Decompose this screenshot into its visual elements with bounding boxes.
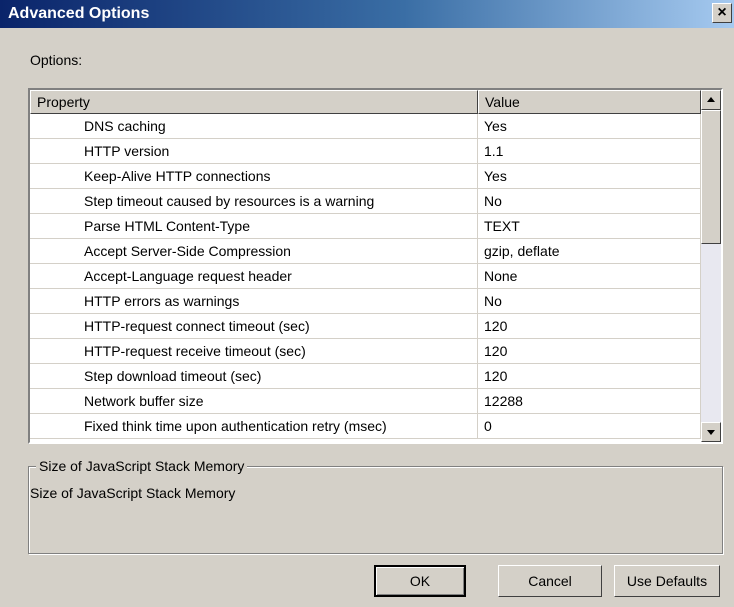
- property-cell[interactable]: HTTP-request connect timeout (sec): [30, 314, 478, 339]
- value-cell[interactable]: None: [478, 264, 701, 289]
- description-text: Size of JavaScript Stack Memory: [30, 485, 236, 501]
- value-cell[interactable]: Yes: [478, 164, 701, 189]
- dialog-title: Advanced Options: [8, 5, 150, 22]
- value-cell[interactable]: Yes: [478, 114, 701, 139]
- scroll-up-button[interactable]: [701, 90, 721, 110]
- property-cell[interactable]: Accept Server-Side Compression: [30, 239, 478, 264]
- scroll-down-arrow-icon: [707, 430, 715, 435]
- value-cell[interactable]: 1.1: [478, 139, 701, 164]
- options-grid: Property Value DNS caching Yes HTTP versio…: [28, 88, 723, 444]
- vertical-scrollbar[interactable]: [701, 90, 721, 442]
- table-row[interactable]: Keep-Alive HTTP connections Yes: [30, 164, 701, 189]
- scroll-down-button[interactable]: [701, 422, 721, 442]
- property-cell[interactable]: Keep-Alive HTTP connections: [30, 164, 478, 189]
- advanced-options-dialog: Advanced Options × Options: Property Val…: [0, 0, 734, 607]
- property-cell[interactable]: DNS caching: [30, 114, 478, 139]
- scrollbar-thumb[interactable]: [701, 110, 721, 244]
- table-row[interactable]: Accept-Language request header None: [30, 264, 701, 289]
- table-row[interactable]: Fixed think time upon authentication ret…: [30, 414, 701, 439]
- grid-content: Property Value DNS caching Yes HTTP versio…: [30, 90, 701, 442]
- table-row[interactable]: HTTP-request connect timeout (sec) 120: [30, 314, 701, 339]
- property-cell[interactable]: HTTP errors as warnings: [30, 289, 478, 314]
- table-row[interactable]: Accept Server-Side Compression gzip, defl…: [30, 239, 701, 264]
- column-header-property[interactable]: Property: [30, 90, 478, 114]
- table-row[interactable]: Parse HTML Content-Type TEXT: [30, 214, 701, 239]
- options-label: Options:: [30, 52, 83, 68]
- column-header-value[interactable]: Value: [478, 90, 701, 114]
- grid-header: Property Value: [30, 90, 701, 114]
- value-cell[interactable]: gzip, deflate: [478, 239, 701, 264]
- description-groupbox: [28, 466, 723, 554]
- table-row[interactable]: HTTP-request receive timeout (sec) 120: [30, 339, 701, 364]
- value-cell[interactable]: 120: [478, 314, 701, 339]
- close-button[interactable]: ×: [712, 3, 732, 23]
- property-cell[interactable]: HTTP version: [30, 139, 478, 164]
- value-cell[interactable]: No: [478, 189, 701, 214]
- table-row[interactable]: HTTP errors as warnings No: [30, 289, 701, 314]
- table-row[interactable]: HTTP version 1.1: [30, 139, 701, 164]
- description-group-title: Size of JavaScript Stack Memory: [36, 457, 248, 475]
- table-row[interactable]: Step download timeout (sec) 120: [30, 364, 701, 389]
- value-cell[interactable]: TEXT: [478, 214, 701, 239]
- property-cell[interactable]: HTTP-request receive timeout (sec): [30, 339, 478, 364]
- property-cell[interactable]: Parse HTML Content-Type: [30, 214, 478, 239]
- value-cell[interactable]: 12288: [478, 389, 701, 414]
- property-cell[interactable]: Step download timeout (sec): [30, 364, 478, 389]
- property-cell[interactable]: Network buffer size: [30, 389, 478, 414]
- table-row[interactable]: Network buffer size 12288: [30, 389, 701, 414]
- table-row[interactable]: Step timeout caused by resources is a wa…: [30, 189, 701, 214]
- property-cell[interactable]: Accept-Language request header: [30, 264, 478, 289]
- scroll-up-arrow-icon: [707, 97, 715, 102]
- table-row[interactable]: DNS caching Yes: [30, 114, 701, 139]
- cancel-button[interactable]: Cancel: [498, 565, 602, 597]
- title-bar: Advanced Options ×: [0, 0, 734, 28]
- value-cell[interactable]: 120: [478, 364, 701, 389]
- use-defaults-button[interactable]: Use Defaults: [614, 565, 720, 597]
- property-cell[interactable]: Step timeout caused by resources is a wa…: [30, 189, 478, 214]
- property-cell[interactable]: Fixed think time upon authentication ret…: [30, 414, 478, 439]
- ok-button[interactable]: OK: [374, 565, 466, 597]
- value-cell[interactable]: 120: [478, 339, 701, 364]
- value-cell[interactable]: 0: [478, 414, 701, 439]
- value-cell[interactable]: No: [478, 289, 701, 314]
- close-icon: ×: [717, 4, 727, 21]
